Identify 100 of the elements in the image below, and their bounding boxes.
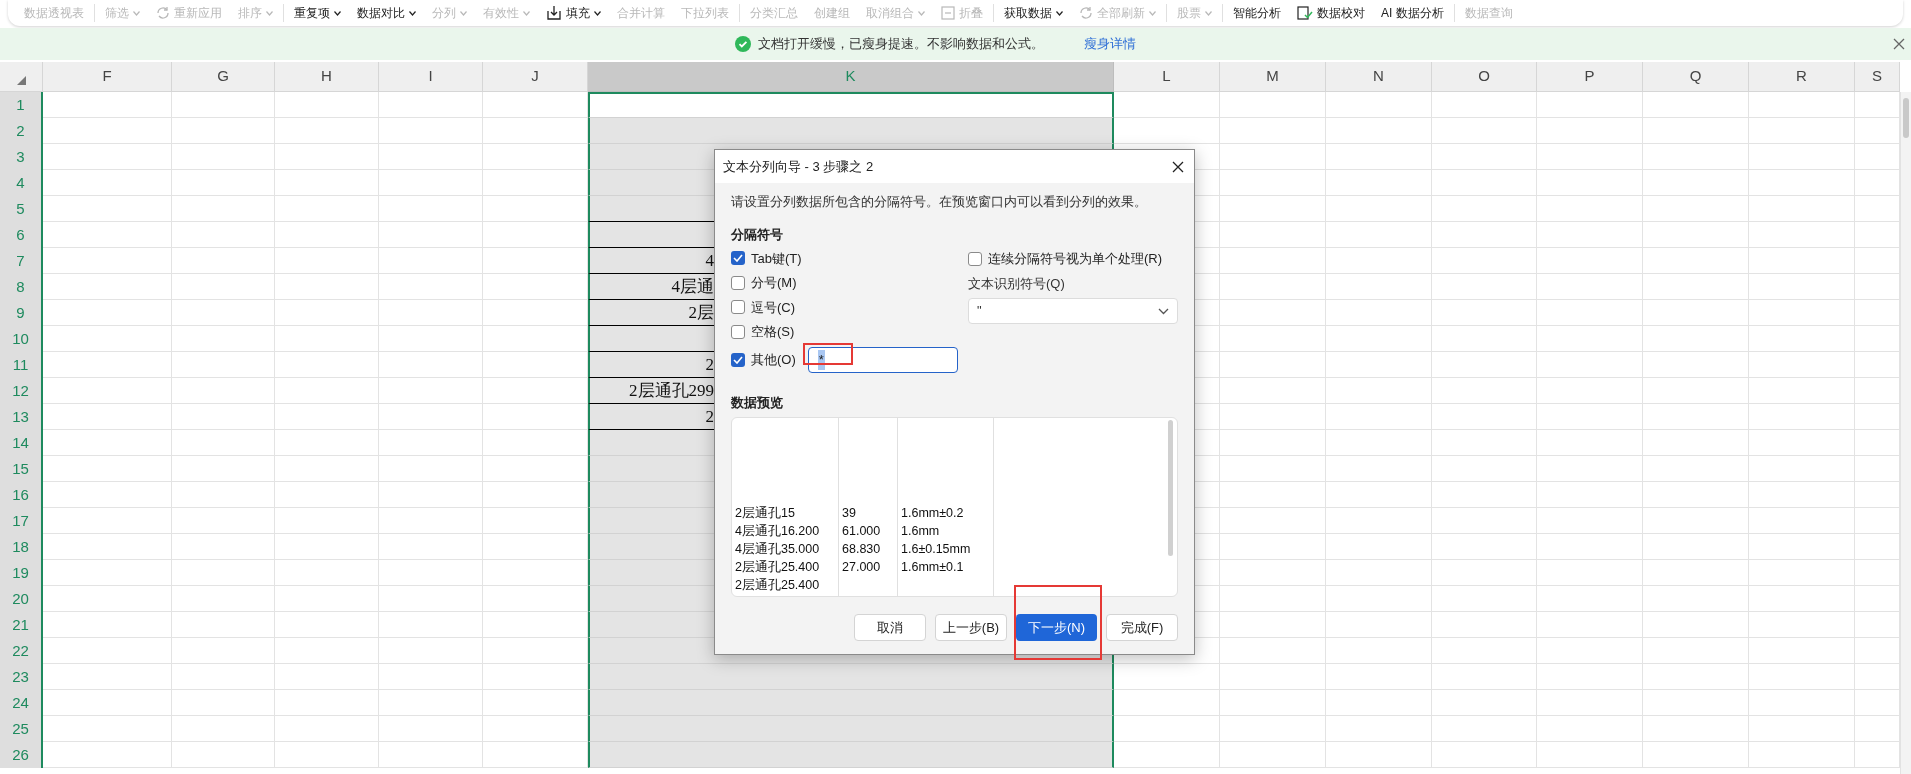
- row-header[interactable]: 8: [0, 274, 43, 300]
- column-header[interactable]: F: [43, 62, 172, 92]
- checkbox-label: 连续分隔符号视为单个处理(R): [988, 249, 1163, 268]
- toolbar-button[interactable]: 智能分析: [1233, 5, 1281, 21]
- column-header[interactable]: R: [1749, 62, 1855, 92]
- preview-cell-text: 4层通孔16.200: [735, 523, 821, 540]
- preview-cell-text: 4层通孔35.000: [735, 541, 821, 558]
- preview-cell-text: 27.000: [842, 559, 882, 576]
- row-header[interactable]: 3: [0, 144, 43, 170]
- sheet-cell[interactable]: [588, 690, 1114, 716]
- row-header[interactable]: 23: [0, 664, 43, 690]
- column-header[interactable]: I: [379, 62, 483, 92]
- column-header[interactable]: L: [1114, 62, 1220, 92]
- checkbox[interactable]: [731, 353, 745, 367]
- checkbox-label: 逗号(C): [751, 298, 796, 317]
- checkbox-label: 分号(M): [751, 274, 797, 292]
- preview-cell-text: 39: [842, 505, 857, 522]
- dialog-button[interactable]: 取消: [854, 614, 926, 641]
- checkbox-label: Tab键(T): [751, 249, 802, 268]
- toolbar-button[interactable]: 获取数据: [1004, 5, 1063, 21]
- row-header[interactable]: 19: [0, 560, 43, 586]
- row-header[interactable]: 6: [0, 222, 43, 248]
- column-header[interactable]: P: [1537, 62, 1643, 92]
- row-header[interactable]: 22: [0, 638, 43, 664]
- instruction-text: 请设置分列数据所包含的分隔符号。在预览窗口内可以看到分列的效果。: [731, 193, 1147, 210]
- row-header[interactable]: 13: [0, 404, 43, 430]
- preview-cell-text: 1.6mm±0.2: [901, 505, 965, 522]
- column-header[interactable]: Q: [1643, 62, 1749, 92]
- column-header[interactable]: S: [1855, 62, 1900, 92]
- document-check-icon: [1297, 6, 1313, 20]
- column-header[interactable]: O: [1432, 62, 1537, 92]
- row-header[interactable]: 24: [0, 690, 43, 716]
- column-header[interactable]: H: [275, 62, 379, 92]
- row-header[interactable]: 12: [0, 378, 43, 404]
- checkbox[interactable]: [731, 275, 745, 290]
- notice-message: 文档打开缓慢，已瘦身提速。不影响数据和公式。: [758, 35, 1044, 54]
- row-header[interactable]: 2: [0, 118, 43, 144]
- row-header[interactable]: 16: [0, 482, 43, 508]
- row-header[interactable]: 14: [0, 430, 43, 456]
- checkbox[interactable]: [731, 324, 745, 339]
- checkbox-label: 其他(O): [751, 351, 796, 370]
- row-header[interactable]: 4: [0, 170, 43, 196]
- cell-text: 2层通孔299: [628, 379, 714, 402]
- section-heading: 分隔符号: [731, 226, 783, 243]
- other-delimiter-field[interactable]: *: [807, 347, 958, 373]
- dialog-button[interactable]: 下一步(N): [1016, 614, 1097, 641]
- details-link[interactable]: 瘦身详情: [1084, 34, 1136, 54]
- section-heading: 数据预览: [731, 394, 783, 411]
- checkbox[interactable]: [968, 251, 982, 266]
- toolbar-button[interactable]: 数据校对: [1297, 5, 1365, 21]
- row-header[interactable]: 10: [0, 326, 43, 352]
- cell-text: 4: [704, 249, 714, 272]
- toolbar-button[interactable]: AI 数据分析: [1381, 5, 1444, 21]
- sheet-cell[interactable]: [588, 118, 1114, 144]
- cell-text: 4层通: [670, 275, 714, 298]
- row-header[interactable]: 1: [0, 92, 43, 118]
- row-header[interactable]: 25: [0, 716, 43, 742]
- row-header[interactable]: 7: [0, 248, 43, 274]
- cell-text: 2层: [687, 301, 714, 324]
- row-header[interactable]: 20: [0, 586, 43, 612]
- row-header[interactable]: 11: [0, 352, 43, 378]
- close-icon[interactable]: [1172, 160, 1184, 173]
- toolbar-button[interactable]: 重复项: [294, 5, 341, 21]
- chevron-down-icon: [1158, 307, 1169, 315]
- checkbox[interactable]: [731, 300, 745, 315]
- qualifier-select[interactable]: ": [968, 298, 1178, 324]
- dialog-title: 文本分列向导 - 3 步骤之 2: [723, 157, 874, 176]
- preview-scrollbar[interactable]: [1168, 420, 1173, 556]
- toolbar-button[interactable]: 填充: [546, 5, 601, 21]
- preview-cell-text: 61.000: [842, 523, 882, 540]
- row-header[interactable]: 17: [0, 508, 43, 534]
- column-header[interactable]: M: [1220, 62, 1326, 92]
- row-header[interactable]: 26: [0, 742, 43, 768]
- sheet-cell[interactable]: [588, 92, 1114, 118]
- select-all-icon: [16, 76, 26, 85]
- sheet-cell[interactable]: [588, 664, 1114, 690]
- column-header[interactable]: J: [483, 62, 588, 92]
- checkbox-label: 空格(S): [751, 323, 795, 341]
- dialog-button[interactable]: 完成(F): [1106, 614, 1178, 641]
- column-header[interactable]: G: [172, 62, 275, 92]
- checkbox[interactable]: [731, 251, 745, 266]
- preview-cell-text: 1.6mm: [901, 523, 941, 540]
- column-header[interactable]: N: [1326, 62, 1432, 92]
- row-header[interactable]: 18: [0, 534, 43, 560]
- collapse-icon: [941, 6, 955, 20]
- preview-cell-text: 2层通孔25.400: [735, 559, 821, 576]
- preview-cell-text: 1.6±0.15mm: [901, 541, 972, 558]
- preview-cell-text: 2层通孔25.400: [735, 577, 821, 594]
- column-header[interactable]: K: [588, 62, 1114, 92]
- row-header[interactable]: 15: [0, 456, 43, 482]
- row-header[interactable]: 21: [0, 612, 43, 638]
- dialog-button[interactable]: 上一步(B): [935, 614, 1007, 641]
- field-label: 文本识别符号(Q): [968, 275, 1066, 292]
- sheet-cell[interactable]: [588, 716, 1114, 742]
- toolbar-button[interactable]: 数据对比: [357, 5, 416, 21]
- vertical-scrollbar[interactable]: [1900, 92, 1911, 774]
- preview-cell-text: 2层通孔15: [735, 505, 796, 522]
- row-header[interactable]: 5: [0, 196, 43, 222]
- row-header[interactable]: 9: [0, 300, 43, 326]
- sheet-cell[interactable]: [588, 742, 1114, 768]
